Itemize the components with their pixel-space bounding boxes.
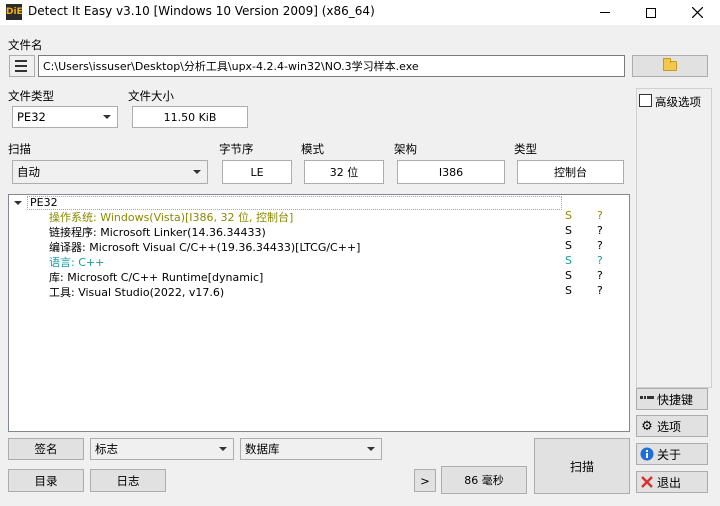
signature-button[interactable]: 签名 [8,438,84,460]
result-text: 操作系统: Windows(Vista)[I386, 32 位, 控制台] [49,211,294,224]
minimize-icon [600,12,610,13]
exit-label: 退出 [657,475,682,490]
advanced-label: 高级选项 [655,95,701,109]
results-tree[interactable]: PE32 操作系统: Windows(Vista)[I386, 32 位, 控制… [8,194,630,432]
result-signature-marker[interactable]: S [565,269,572,282]
result-row[interactable]: 工具: Visual Studio(2022, v17.6) S? [9,284,629,299]
result-signature-marker[interactable]: S [565,239,572,252]
options-button[interactable]: ⚙ 选项 [636,415,708,437]
shortcuts-label: 快捷键 [657,392,694,407]
result-row[interactable]: 操作系统: Windows(Vista)[I386, 32 位, 控制台] S? [9,209,629,224]
result-info-marker[interactable]: ? [597,269,603,282]
result-signature-marker[interactable]: S [565,254,572,267]
chevron-down-icon [367,447,375,451]
scan-label: 扫描 [8,142,31,156]
open-file-button[interactable] [632,55,708,77]
gear-icon: ⚙ [641,418,653,434]
scan-button[interactable]: 扫描 [534,438,630,494]
result-row[interactable]: 库: Microsoft C/C++ Runtime[dynamic] S? [9,269,629,284]
result-row[interactable]: 链接程序: Microsoft Linker(14.36.34433) S? [9,224,629,239]
options-label: 选项 [657,419,682,434]
advanced-checkbox[interactable] [639,94,652,107]
flags-value: 标志 [95,442,118,456]
mode-label: 模式 [301,142,324,156]
flags-select[interactable]: 标志 [90,438,234,460]
scan-mode-select[interactable]: 自动 [12,160,208,184]
database-value: 数据库 [245,442,280,456]
about-label: 关于 [657,447,682,462]
shortcuts-button[interactable]: 快捷键 [636,388,708,410]
expand-arrow-icon[interactable] [14,201,22,205]
expand-button[interactable]: > [414,469,436,492]
chevron-down-icon [103,115,111,119]
result-info-marker[interactable]: ? [597,224,603,237]
result-signature-marker[interactable]: S [565,284,572,297]
exit-button[interactable]: 退出 [636,471,708,493]
type-label: 类型 [514,142,537,156]
result-signature-marker[interactable]: S [565,209,572,222]
result-text: 编译器: Microsoft Visual C/C++(19.36.34433)… [49,241,361,254]
file-menu-button[interactable] [9,55,35,77]
file-size-value: 11.50 KiB [132,106,248,128]
close-button[interactable] [674,0,720,25]
close-icon [691,7,703,18]
maximize-button[interactable] [628,0,674,25]
list-menu-icon [15,60,27,72]
window-title: Detect It Easy v3.10 [Windows 10 Version… [28,4,375,18]
scan-mode-value: 自动 [17,165,40,179]
chevron-down-icon [219,447,227,451]
file-name-label: 文件名 [8,38,43,52]
result-info-marker[interactable]: ? [597,239,603,252]
maximize-icon [646,7,656,18]
result-text: 工具: Visual Studio(2022, v17.6) [49,286,225,299]
keyboard-icon [640,392,654,406]
file-path-field[interactable]: C:\Users\issuser\Desktop\分析工具\upx-4.2.4-… [38,55,625,77]
file-type-label: 文件类型 [8,89,54,103]
result-row[interactable]: 编译器: Microsoft Visual C/C++(19.36.34433)… [9,239,629,254]
about-button[interactable]: 关于 [636,443,708,465]
close-red-icon [640,475,654,489]
result-info-marker[interactable]: ? [597,254,603,267]
title-bar: DiE Detect It Easy v3.10 [Windows 10 Ver… [0,0,720,25]
info-icon [640,447,654,461]
folder-icon [663,58,677,71]
result-info-marker[interactable]: ? [597,209,603,222]
mode-value: 32 位 [304,160,384,184]
tree-root-item[interactable]: PE32 [27,196,562,210]
minimize-button[interactable] [582,0,628,25]
directory-button[interactable]: 目录 [8,469,84,492]
type-value: 控制台 [517,160,624,184]
endian-value: LE [222,160,292,184]
side-panel [636,88,712,388]
result-signature-marker[interactable]: S [565,224,572,237]
chevron-down-icon [193,170,201,174]
result-text: 链接程序: Microsoft Linker(14.36.34433) [49,226,266,239]
arch-value: I386 [397,160,505,184]
database-select[interactable]: 数据库 [240,438,382,460]
result-row[interactable]: 语言: C++ S? [9,254,629,269]
arch-label: 架构 [394,142,417,156]
log-button[interactable]: 日志 [90,469,166,492]
result-text: 库: Microsoft C/C++ Runtime[dynamic] [49,271,264,284]
file-type-value: PE32 [17,110,46,124]
result-text: 语言: C++ [49,256,105,269]
file-type-select[interactable]: PE32 [12,106,118,128]
scan-time-value: 86 毫秒 [441,466,527,494]
app-logo-icon: DiE [6,4,23,20]
endian-label: 字节序 [219,142,254,156]
file-size-label: 文件大小 [128,89,174,103]
result-info-marker[interactable]: ? [597,284,603,297]
